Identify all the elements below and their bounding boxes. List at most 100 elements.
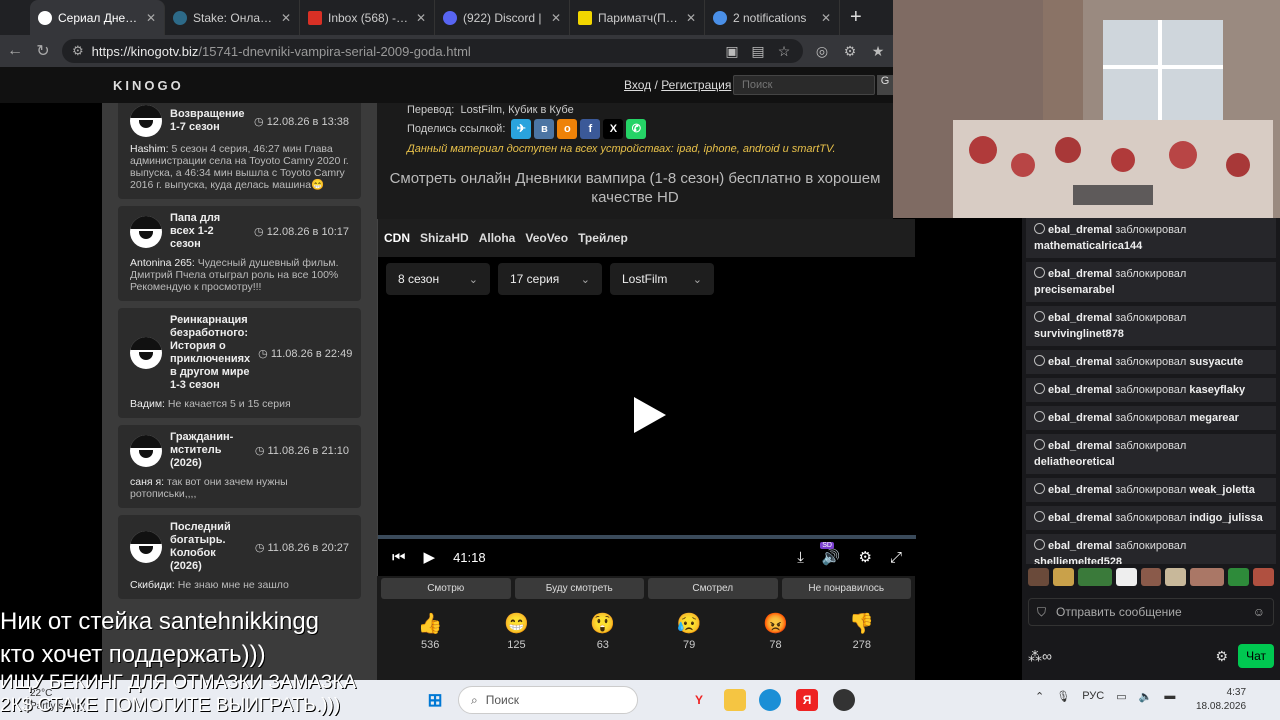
reaction-dislike[interactable]: 👎 278 [832, 611, 892, 651]
skip-back-icon[interactable]: ⏮ [392, 549, 406, 566]
emote-icon[interactable] [1052, 568, 1074, 586]
login-link[interactable]: Вход [624, 78, 651, 92]
close-tab-icon[interactable]: ✕ [281, 11, 291, 25]
chat-username[interactable]: ebal_dremal [1048, 440, 1112, 452]
chat-target[interactable]: megarear [1189, 412, 1239, 424]
chat-username[interactable]: ebal_dremal [1048, 268, 1112, 280]
points-icon[interactable]: ⁂∞ [1028, 648, 1052, 665]
site-search-input[interactable] [733, 75, 875, 95]
microphone-icon[interactable]: 🎙 [1056, 690, 1070, 703]
chat-input[interactable]: ⛉ Отправить сообщение ☺ [1028, 598, 1274, 626]
tab-veoveo[interactable]: VeoVeo [525, 231, 568, 245]
yandex-browser-icon[interactable]: Y [688, 689, 710, 711]
emote-icon[interactable] [1228, 568, 1250, 586]
chat-username[interactable]: ebal_dremal [1048, 312, 1112, 324]
chat-target[interactable]: indigo_julissa [1189, 512, 1262, 524]
browser-tab[interactable]: Stake: Онлайн-кази ✕ [165, 0, 300, 35]
emote-icon[interactable] [1165, 568, 1187, 586]
chat-target[interactable]: deliatheoretical [1034, 456, 1115, 468]
chat-username[interactable]: ebal_dremal [1048, 356, 1112, 368]
chat-username[interactable]: ebal_dremal [1048, 412, 1112, 424]
watched-button[interactable]: Смотрел [648, 578, 778, 599]
site-info-icon[interactable]: ⚙ [72, 43, 84, 59]
reaction-sad[interactable]: 😥 79 [659, 611, 719, 651]
favorites-icon[interactable]: ★ [869, 43, 887, 60]
browser-tab[interactable]: (922) Discord | ✕ [435, 0, 570, 35]
tab-alloha[interactable]: Alloha [479, 231, 516, 245]
browser-tab[interactable]: Inbox (568) - santeh ✕ [300, 0, 435, 35]
comment-title[interactable]: Папа для всех 1-2 сезон [170, 212, 246, 251]
emote-icon[interactable] [1190, 568, 1225, 586]
yandex-icon[interactable]: Я [796, 689, 818, 711]
comment-title[interactable]: Последний богатырь. Колобок (2026) [170, 521, 247, 573]
tray-chevron-icon[interactable]: ⌃ [1035, 690, 1044, 703]
close-tab-icon[interactable]: ✕ [686, 11, 696, 25]
facebook-icon[interactable]: f [580, 119, 601, 139]
chat-username[interactable]: ebal_dremal [1048, 512, 1112, 524]
tab-cdn[interactable]: CDN [384, 231, 410, 245]
chat-target[interactable]: precisemarabel [1034, 284, 1115, 296]
register-link[interactable]: Регистрация [661, 78, 731, 92]
tab-shizahd[interactable]: ShizaHD [420, 231, 469, 245]
vk-icon[interactable]: в [534, 119, 555, 139]
edge-browser-icon[interactable] [759, 689, 781, 711]
windows-start-icon[interactable]: ⊞ [424, 689, 446, 711]
refresh-icon[interactable]: ↻ [34, 41, 52, 61]
comment-title[interactable]: Гражданин-мститель (2026) [170, 431, 247, 470]
browser-tab[interactable]: Сериал Дневники в ✕ [30, 0, 165, 35]
download-icon[interactable]: ⤓ [797, 549, 804, 566]
chat-target[interactable]: survivinglinet878 [1034, 328, 1124, 340]
close-tab-icon[interactable]: ✕ [146, 11, 156, 25]
battery-icon[interactable]: ▬ [1164, 690, 1175, 703]
reaction-laugh[interactable]: 😁 125 [486, 611, 546, 651]
chat-target[interactable]: susyacute [1189, 356, 1243, 368]
chat-send-button[interactable]: Чат [1238, 644, 1274, 668]
chat-username[interactable]: ebal_dremal [1048, 484, 1112, 496]
voice-select[interactable]: LostFilm ⌄ [610, 263, 714, 295]
search-button[interactable]: G [877, 75, 893, 95]
progress-bar[interactable] [378, 535, 916, 539]
chat-target[interactable]: weak_joletta [1189, 484, 1254, 496]
comment-title[interactable]: Возвращение 1-7 сезон [170, 108, 246, 134]
volume-icon[interactable]: 🔊 [822, 548, 841, 566]
browser-tab[interactable]: Париматч(Пари ма ✕ [570, 0, 705, 35]
reader-mode-icon[interactable]: ▤ [749, 43, 767, 60]
odnoklassniki-icon[interactable]: о [557, 119, 578, 139]
watching-button[interactable]: Смотрю [381, 578, 511, 599]
play-icon[interactable]: ▶ [424, 548, 436, 566]
reaction-wow[interactable]: 😲 63 [573, 611, 633, 651]
browser-tab[interactable]: 2 notifications ✕ [705, 0, 840, 35]
clock[interactable]: 4:37 18.08.2026 [1196, 686, 1246, 714]
chat-settings-icon[interactable]: ⚙ [1216, 648, 1229, 665]
quality-settings-icon[interactable]: ⚙ SD [820, 542, 872, 566]
chat-username[interactable]: ebal_dremal [1048, 224, 1112, 236]
season-select[interactable]: 8 сезон ⌄ [386, 263, 490, 295]
volume-tray-icon[interactable]: 🔈 [1139, 690, 1153, 703]
close-tab-icon[interactable]: ✕ [821, 11, 831, 25]
emote-icon[interactable] [1115, 568, 1137, 586]
emoji-picker-icon[interactable]: ☺ [1253, 605, 1265, 619]
settings-icon[interactable]: ⚙ [841, 43, 859, 60]
obs-icon[interactable] [833, 689, 855, 711]
telegram-icon[interactable]: ✈ [511, 119, 532, 139]
taskbar-search[interactable]: ⌕ Поиск [458, 686, 638, 714]
disliked-button[interactable]: Не понравилось [781, 578, 911, 599]
chat-username[interactable]: ebal_dremal [1048, 384, 1112, 396]
file-explorer-icon[interactable] [724, 689, 746, 711]
tab-trailer[interactable]: Трейлер [578, 231, 628, 245]
chat-username[interactable]: ebal_dremal [1048, 540, 1112, 552]
emote-icon[interactable] [1028, 568, 1049, 586]
extension-icon[interactable]: ◎ [813, 43, 831, 60]
x-icon[interactable]: X [603, 119, 624, 139]
split-screen-icon[interactable]: ▣ [723, 43, 741, 60]
will-watch-button[interactable]: Буду смотреть [514, 578, 644, 599]
emote-icon[interactable] [1077, 568, 1112, 586]
chat-target[interactable]: mathematicalrica144 [1034, 240, 1142, 252]
favorite-star-icon[interactable]: ☆ [775, 43, 793, 60]
site-logo[interactable]: KINOGO [113, 78, 184, 93]
episode-select[interactable]: 17 серия ⌄ [498, 263, 602, 295]
comment-title[interactable]: Реинкарнация безработного: История о при… [170, 314, 250, 392]
network-icon[interactable]: ▭ [1116, 690, 1126, 703]
reaction-like[interactable]: 👍 536 [400, 611, 460, 651]
chat-target[interactable]: shelliemelted528 [1034, 556, 1122, 564]
